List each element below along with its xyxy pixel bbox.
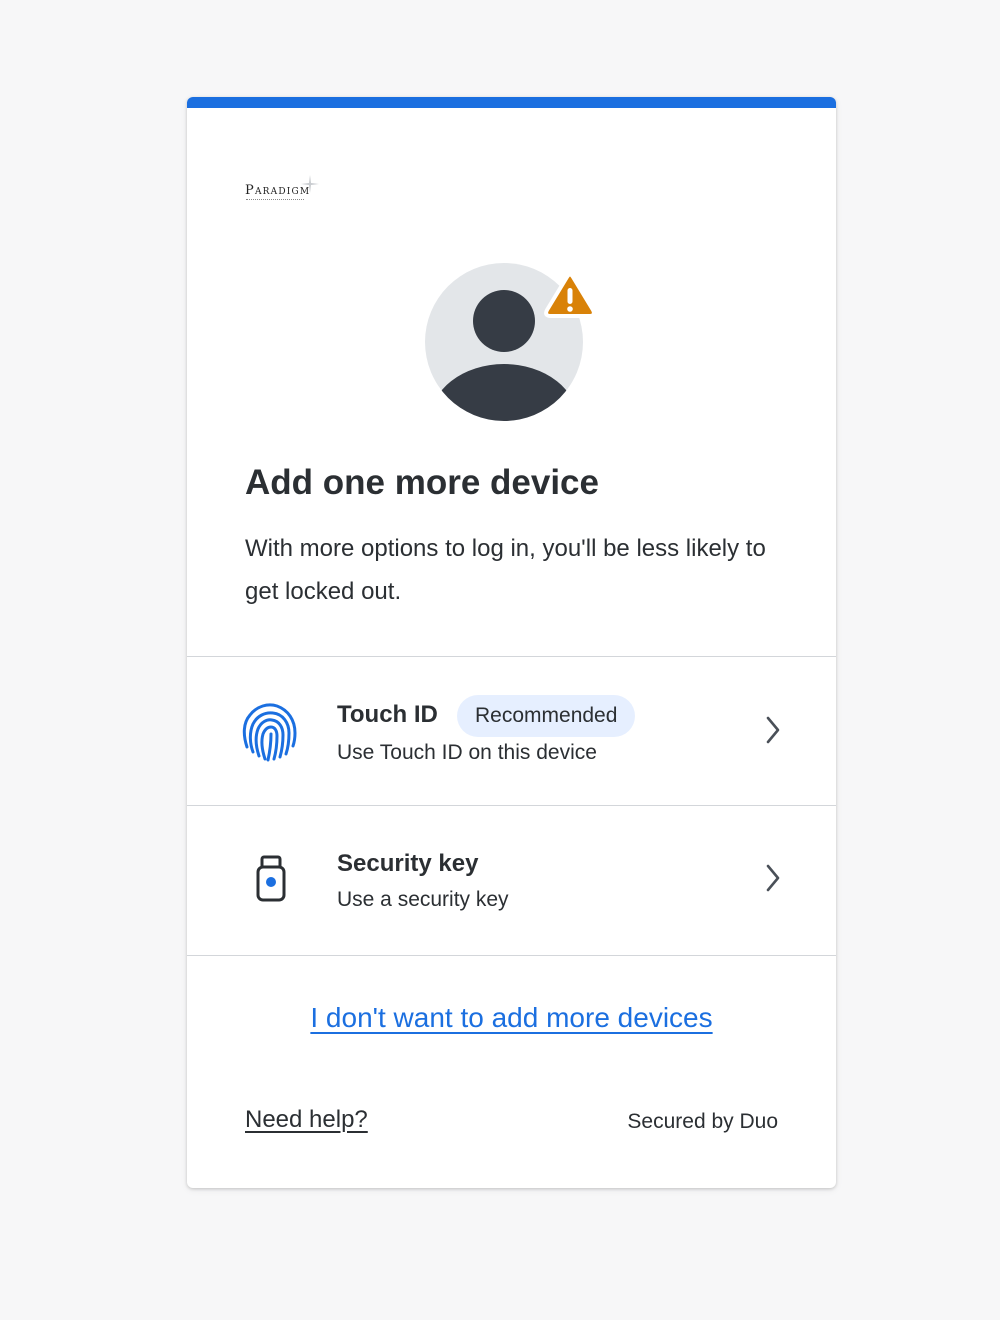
option-subtitle: Use a security key <box>337 888 509 911</box>
avatar-icon <box>425 263 596 421</box>
secured-by-text: Secured by Duo <box>627 1110 778 1133</box>
logo-tagline-line <box>246 199 304 202</box>
skip-add-device-link[interactable]: I don't want to add more devices <box>187 1002 836 1034</box>
option-touch-id[interactable]: Touch ID Recommended Use Touch ID on thi… <box>187 657 836 805</box>
option-title: Touch ID <box>337 701 438 728</box>
need-help-link[interactable]: Need help? <box>245 1106 368 1134</box>
chevron-right-icon <box>766 716 780 744</box>
logo-sparkle-icon <box>301 175 319 193</box>
option-security-key[interactable]: Security key Use a security key <box>187 806 836 954</box>
fingerprint-icon <box>242 703 297 762</box>
accent-top-bar <box>187 97 836 108</box>
user-avatar <box>425 263 605 433</box>
divider <box>187 955 836 956</box>
chevron-right-icon <box>766 864 780 892</box>
page-description: With more options to log in, you'll be l… <box>245 535 766 605</box>
option-subtitle: Use Touch ID on this device <box>337 741 597 764</box>
page-title: Add one more device <box>245 463 599 502</box>
auth-card: Paradigm Add one more device With more o… <box>187 97 836 1188</box>
recommended-badge: Recommended <box>457 695 636 737</box>
option-title: Security key <box>337 850 479 877</box>
security-key-icon <box>256 855 286 902</box>
paradigm-logo: Paradigm <box>245 175 335 209</box>
